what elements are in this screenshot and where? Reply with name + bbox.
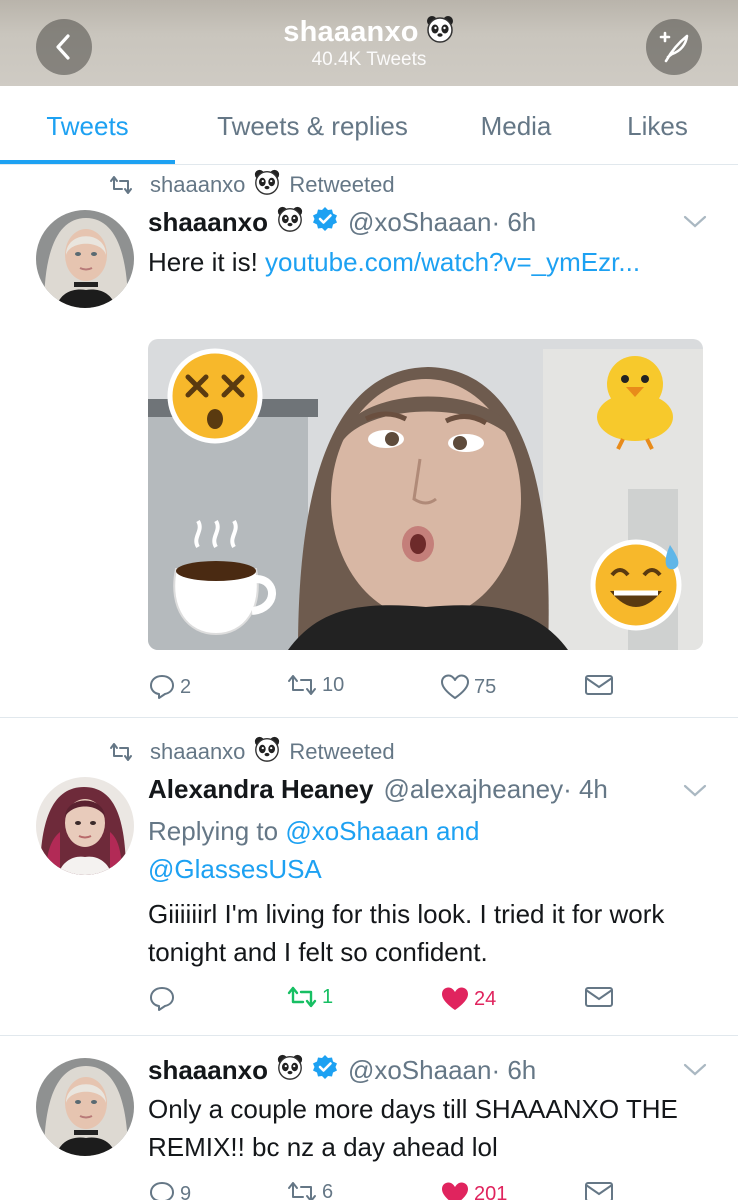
- panda-emoji-icon: [276, 205, 304, 240]
- tab-media[interactable]: Media: [455, 86, 577, 165]
- direct-message-button[interactable]: [584, 673, 614, 697]
- tweet-item[interactable]: shaaanxo @xoShaaan · 6h Only a couple mor…: [0, 1036, 738, 1200]
- author-name[interactable]: shaaanxo: [148, 207, 268, 238]
- compose-feather-icon: [659, 31, 689, 63]
- tweet-header: shaaanxo @xoShaaan · 6h: [148, 1053, 536, 1088]
- envelope-icon: [585, 987, 613, 1007]
- retweet-icon: [288, 1182, 316, 1200]
- like-button[interactable]: 201: [440, 1180, 507, 1200]
- heart-filled-icon: [442, 1182, 468, 1200]
- author-handle[interactable]: @xoShaaan: [348, 207, 492, 238]
- author-name[interactable]: shaaanxo: [148, 1055, 268, 1086]
- reply-icon: [150, 675, 174, 699]
- header-title: shaaanxo: [283, 16, 419, 48]
- author-handle[interactable]: @xoShaaan: [348, 1055, 492, 1086]
- direct-message-button[interactable]: [584, 985, 614, 1009]
- tweet-header: Alexandra Heaney @alexajheaney · 4h: [148, 774, 608, 805]
- tab-tweets[interactable]: Tweets: [0, 86, 175, 165]
- retweeted-by-line: shaaanxo Retweeted: [108, 168, 395, 202]
- chevron-down-icon[interactable]: [683, 1063, 707, 1082]
- reply-button[interactable]: 9: [148, 1180, 191, 1200]
- profile-tabs: Tweets Tweets & replies Media Likes: [0, 86, 738, 165]
- envelope-icon: [585, 1182, 613, 1200]
- tweet-text: Giiiiiirl I'm living for this look. I tr…: [148, 899, 665, 967]
- avatar[interactable]: [36, 777, 134, 875]
- like-count: 201: [474, 1182, 508, 1200]
- panda-emoji-icon: [276, 1053, 304, 1088]
- retweet-small-icon: [110, 176, 132, 194]
- tweet-time: · 6h: [491, 207, 537, 237]
- tweet-text: Here it is! youtube.com/watch?v=_ymEzr..…: [148, 243, 708, 281]
- retweeted-label: Retweeted: [289, 739, 395, 764]
- tab-tweets-and-replies[interactable]: Tweets & replies: [190, 86, 435, 165]
- tweet-actions: 9 6 201: [148, 1180, 628, 1200]
- avatar[interactable]: [36, 210, 134, 308]
- retweet-button[interactable]: 1: [286, 985, 333, 1009]
- panda-emoji-icon: [425, 14, 455, 52]
- tweet-time: · 4h: [563, 774, 608, 804]
- avatar[interactable]: [36, 1058, 134, 1156]
- video-thumbnail[interactable]: [148, 339, 703, 650]
- chevron-down-icon[interactable]: [683, 784, 707, 803]
- heart-icon: [441, 674, 469, 699]
- tweet-item[interactable]: shaaanxo Retweeted shaaanxo @xoShaaan · 6…: [0, 165, 738, 718]
- tweet-text: Only a couple more days till SHAAANXO TH…: [148, 1094, 678, 1162]
- heart-filled-icon: [442, 987, 468, 1010]
- verified-badge-icon: [312, 206, 338, 239]
- retweeter-name[interactable]: shaaanxo: [150, 739, 245, 765]
- retweet-icon: [288, 675, 316, 695]
- retweet-icon: [287, 986, 317, 1008]
- tab-likes[interactable]: Likes: [600, 86, 715, 165]
- profile-header: shaaanxo 40.4K Tweets: [0, 0, 738, 86]
- direct-message-button[interactable]: [584, 1180, 614, 1200]
- like-count: 24: [474, 987, 497, 1010]
- reply-button[interactable]: 2: [148, 673, 191, 701]
- tweet-actions: 2 10 75: [148, 673, 628, 709]
- panda-emoji-icon: [253, 168, 281, 202]
- sweat-smile-emoji-icon: [590, 539, 682, 631]
- tweet-item[interactable]: shaaanxo Retweeted Alexandra Heaney @ale…: [0, 718, 738, 1036]
- header-title-row: shaaanxo: [0, 14, 738, 52]
- retweet-button[interactable]: 10: [286, 673, 344, 697]
- chevron-down-icon[interactable]: [683, 215, 707, 234]
- tweet-text-lead: Here it is!: [148, 247, 266, 277]
- reply-icon: [150, 987, 174, 1011]
- like-button[interactable]: 24: [440, 985, 496, 1013]
- envelope-icon: [585, 675, 613, 695]
- author-name[interactable]: Alexandra Heaney: [148, 774, 373, 805]
- tweet-actions: 1 24: [148, 985, 628, 1021]
- tweet-link[interactable]: youtube.com/watch?v=_ymEzr...: [265, 247, 640, 277]
- reply-icon: [150, 1182, 174, 1200]
- tweet-time: · 6h: [491, 1055, 537, 1085]
- like-button[interactable]: 75: [440, 673, 496, 701]
- replying-to-label: Replying to: [148, 816, 286, 846]
- retweeter-name[interactable]: shaaanxo: [150, 172, 245, 198]
- reply-count: 2: [180, 675, 192, 698]
- author-handle[interactable]: @alexajheaney: [383, 774, 563, 805]
- panda-emoji-icon: [253, 735, 281, 769]
- retweet-small-icon: [110, 743, 132, 761]
- reply-button[interactable]: [148, 985, 180, 1013]
- replying-to-line: Replying to @xoShaaan and @GlassesUSA: [148, 812, 528, 888]
- compose-button[interactable]: [646, 19, 702, 75]
- header-tweet-count: 40.4K Tweets: [311, 49, 427, 70]
- retweet-button[interactable]: 6: [286, 1180, 333, 1200]
- retweet-count: 10: [322, 673, 345, 696]
- active-tab-indicator: [0, 160, 175, 164]
- retweet-count: 1: [322, 985, 334, 1008]
- verified-badge-icon: [312, 1054, 338, 1087]
- dizzy-face-emoji-icon: [167, 348, 263, 444]
- retweeted-by-line: shaaanxo Retweeted: [108, 735, 395, 769]
- like-count: 75: [474, 675, 497, 698]
- tweet-header: shaaanxo @xoShaaan · 6h: [148, 205, 536, 240]
- reply-count: 9: [180, 1182, 192, 1200]
- retweet-count: 6: [322, 1180, 334, 1200]
- retweeted-label: Retweeted: [289, 172, 395, 197]
